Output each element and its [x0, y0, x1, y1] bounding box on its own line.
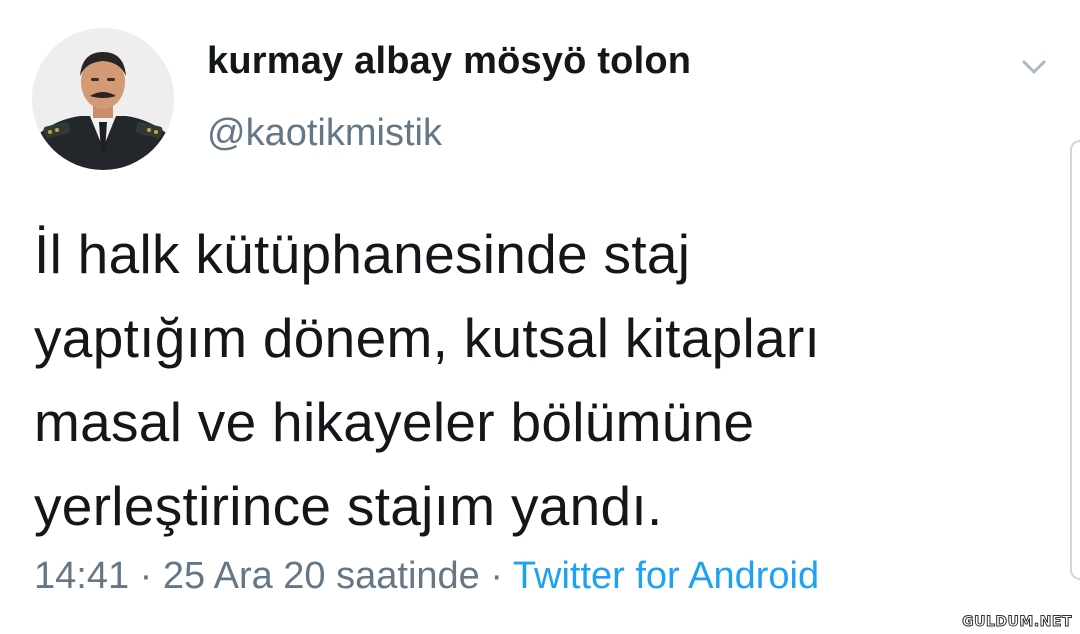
tweet-meta: 14:41 · 25 Ara 20 saatinde · Twitter for… — [34, 555, 819, 598]
chevron-down-icon[interactable] — [1016, 52, 1052, 82]
tweet-text-line: masal ve hikayeler bölümüne — [34, 391, 755, 453]
tweet-source-link[interactable]: Twitter for Android — [513, 555, 819, 597]
tweet-text-line: yaptığım dönem, kutsal kitapları — [34, 307, 821, 369]
tweet-date[interactable]: 25 Ara 20 saatinde — [163, 555, 480, 597]
user-handle[interactable]: @kaotikmistik — [207, 112, 442, 155]
display-name[interactable]: kurmay albay mösyö tolon — [207, 40, 691, 83]
tweet-time[interactable]: 14:41 — [34, 555, 129, 597]
watermark: GULDUM.NET — [962, 614, 1072, 631]
tweet-text: İl halk kütüphanesinde staj yaptığım dön… — [34, 212, 1024, 548]
tweet-card: kurmay albay mösyö tolon @kaotikmistik İ… — [0, 0, 1080, 634]
scroll-edge — [1070, 140, 1080, 580]
avatar[interactable] — [32, 28, 174, 170]
meta-separator: · — [490, 555, 504, 597]
tweet-text-line: İl halk kütüphanesinde staj — [34, 223, 691, 285]
meta-separator: · — [139, 555, 153, 597]
tweet-text-line: yerleştirince stajım yandı. — [34, 475, 663, 537]
